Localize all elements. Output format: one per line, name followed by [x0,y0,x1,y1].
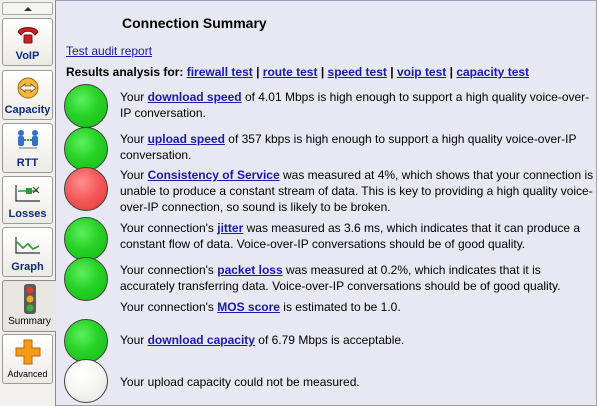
separator: | [449,65,453,79]
capacity-test-link[interactable]: capacity test [456,65,529,79]
result-row-download-speed: Your download speed of 4.01 Mbps is high… [64,83,594,129]
results-prefix: Results analysis for: [66,65,184,79]
tab-capacity[interactable]: Capacity [2,70,53,120]
result-text: Your upload capacity could not be measur… [120,375,360,389]
result-text: Your download capacity of 6.79 Mbps is a… [120,333,405,347]
capacity-arrows-icon [3,71,52,104]
plus-icon [3,335,52,368]
losses-chart-icon [3,177,52,208]
result-row-packet-loss: Your connection's packet loss was measur… [64,257,594,303]
status-light-red [64,167,108,211]
tab-advanced[interactable]: Advanced [2,334,53,384]
mos-score-link[interactable]: MOS score [217,300,280,314]
up-arrow-icon [23,6,32,11]
status-light-white [64,359,108,403]
result-text: Your upload speed of 357 kbps is high en… [120,132,577,162]
firewall-test-link[interactable]: firewall test [187,65,253,79]
results-analysis-line: Results analysis for: firewall test | ro… [66,65,529,79]
result-text: Your connection's MOS score is estimated… [120,300,401,314]
speed-test-link[interactable]: speed test [328,65,387,79]
status-light-green [64,319,108,363]
tab-summary[interactable]: Summary [2,280,56,332]
download-speed-link[interactable]: download speed [148,90,242,104]
separator: | [320,65,325,79]
phone-icon [3,19,52,50]
page-title: Connection Summary [122,15,267,31]
jitter-link[interactable]: jitter [217,221,243,235]
tab-rtt[interactable]: RTT [2,123,53,173]
tab-losses[interactable]: Losses [2,176,53,224]
status-light-green [64,257,108,301]
download-capacity-link[interactable]: download capacity [148,333,255,347]
status-light-green [64,84,108,128]
tab-label: Advanced [7,369,48,379]
tab-voip[interactable]: VoIP [2,18,53,66]
result-row-mos-score: Your connection's MOS score is estimated… [64,299,594,317]
result-text: Your Consistency of Service was measured… [120,168,594,214]
traffic-light-icon [3,281,56,316]
tab-label: Summary [8,316,51,327]
network-people-icon [3,124,52,157]
tab-label: Losses [8,208,47,220]
voip-test-link[interactable]: voip test [397,65,446,79]
scroll-up-button[interactable] [2,2,53,15]
packet-loss-link[interactable]: packet loss [217,263,282,277]
sidebar: VoIP Capacity RTT Losses Graph Summary A… [0,0,56,406]
separator: | [256,65,260,79]
summary-panel: Connection Summary Test audit report Res… [56,0,597,406]
route-test-link[interactable]: route test [263,65,318,79]
upload-speed-link[interactable]: upload speed [148,132,225,146]
line-graph-icon [3,228,52,261]
status-light-green [64,127,108,171]
separator: | [390,65,394,79]
audit-report-link[interactable]: Test audit report [66,44,152,58]
result-text: Your connection's jitter was measured as… [120,221,581,251]
tab-label: Graph [11,261,44,273]
result-row-upload-capacity: Your upload capacity could not be measur… [64,359,594,405]
tab-label: RTT [16,157,39,169]
tab-label: Capacity [4,104,51,116]
result-text: Your download speed of 4.01 Mbps is high… [120,90,590,120]
status-light-green [64,217,108,261]
tab-graph[interactable]: Graph [2,227,53,277]
consistency-of-service-link[interactable]: Consistency of Service [148,168,280,182]
result-row-consistency: Your Consistency of Service was measured… [64,167,594,219]
tab-label: VoIP [15,50,40,62]
result-text: Your connection's packet loss was measur… [120,263,561,293]
